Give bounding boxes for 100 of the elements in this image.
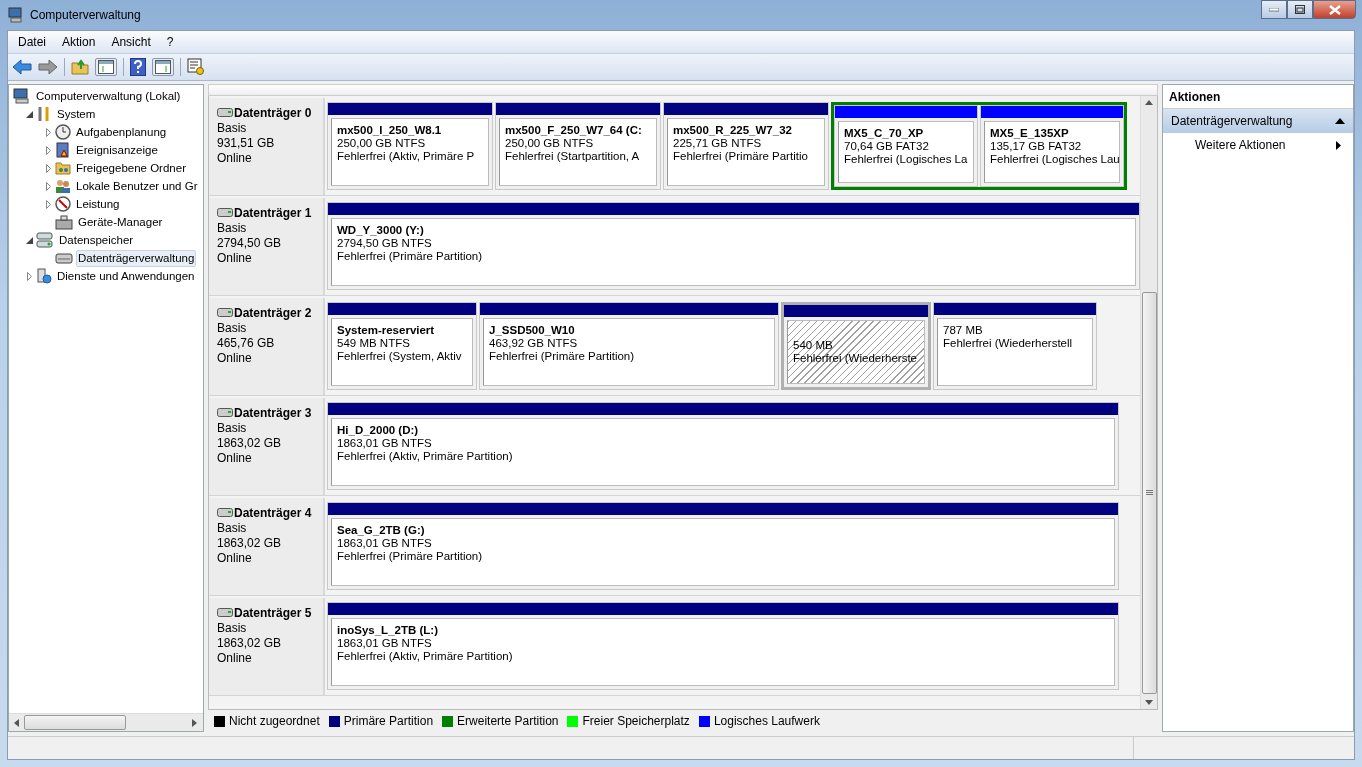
disk-drive-icon — [55, 250, 73, 266]
disk-type: Basis — [217, 121, 248, 135]
partition[interactable]: mx500_I_250_W8.1 250,00 GB NTFS Fehlerfrei (Aktiv, Primäre P — [327, 102, 493, 190]
tree-item[interactable]: System — [55, 105, 98, 123]
forward-icon[interactable] — [38, 59, 58, 75]
partition-name: mx500_F_250_W7_64 (C: — [505, 124, 643, 136]
submenu-arrow-icon[interactable] — [1336, 140, 1341, 150]
help-icon[interactable] — [130, 58, 146, 76]
scroll-up-icon[interactable] — [1145, 100, 1153, 105]
disk-size: 1863,02 GB — [217, 536, 283, 550]
collapsed-arrow-icon[interactable] — [45, 163, 51, 173]
partition[interactable]: J_SSD500_W10 463,92 GB NTFS Fehlerfrei (Primäre Partition) — [479, 302, 779, 390]
scroll-left-icon[interactable] — [14, 718, 20, 727]
legend-label: Primäre Partition — [343, 714, 434, 728]
disk-name: Datenträger 2 — [234, 306, 312, 320]
storage-icon — [36, 232, 54, 248]
partition[interactable]: System-reserviert 549 MB NTFS Fehlerfrei (System, Aktiv — [327, 302, 477, 390]
folder-up-icon[interactable] — [71, 59, 89, 75]
menu-item[interactable]: ? — [166, 35, 174, 49]
tree-item[interactable]: Geräte-Manager — [76, 213, 165, 231]
collapse-arrow-icon[interactable] — [1335, 118, 1345, 124]
disk-size: 1863,02 GB — [217, 436, 283, 450]
partition-status: Fehlerfrei (Wiederherste — [793, 352, 918, 364]
partition[interactable]: MX5_E_135XP 135,17 GB FAT32 Fehlerfrei (Logisches Lau — [980, 105, 1124, 187]
partition[interactable]: 540 MB Fehlerfrei (Wiederherste — [781, 302, 931, 390]
partition-status: Fehlerfrei (Logisches Lau — [990, 153, 1117, 165]
partition-status: Fehlerfrei (System, Aktiv — [337, 350, 463, 362]
partition[interactable]: inoSys_L_2TB (L:) 1863,01 GB NTFS Fehlerfrei (Aktiv, Primäre Partition) — [327, 602, 1119, 690]
log-book-icon — [55, 142, 71, 158]
actions-section-header[interactable]: Datenträgerverwaltung — [1163, 109, 1353, 133]
scroll-down-icon[interactable] — [1145, 700, 1153, 705]
users-icon — [55, 178, 71, 194]
disk-name: Datenträger 3 — [234, 406, 312, 420]
tree-item[interactable]: Ereignisanzeige — [74, 141, 160, 159]
menu-item[interactable]: Aktion — [62, 35, 96, 49]
disk-status: Online — [217, 551, 253, 565]
tree-item[interactable]: Leistung — [74, 195, 122, 213]
disk-type: Basis — [217, 321, 248, 335]
maximize-button[interactable] — [1287, 0, 1313, 19]
services-icon — [36, 268, 52, 284]
partition-name: J_SSD500_W10 — [489, 324, 576, 336]
disk-size: 2794,50 GB — [217, 236, 283, 250]
properties-icon[interactable] — [187, 58, 205, 76]
menu-item[interactable]: Ansicht — [111, 35, 151, 49]
close-icon — [1328, 4, 1341, 15]
partition[interactable]: MX5_C_70_XP 70,64 GB FAT32 Fehlerfrei (Logisches La — [834, 105, 978, 187]
gauge-icon — [55, 196, 71, 212]
collapsed-arrow-icon[interactable] — [45, 127, 51, 137]
legend-label: Nicht zugeordnet — [229, 714, 320, 728]
partition[interactable]: Sea_G_2TB (G:) 1863,01 GB NTFS Fehlerfrei (Primäre Partition) — [327, 502, 1119, 590]
menu-item[interactable]: Datei — [18, 35, 46, 49]
tree-item[interactable]: Dienste und Anwendungen — [55, 267, 197, 285]
partition-name: mx500_I_250_W8.1 — [337, 124, 443, 136]
vertical-scrollbar[interactable] — [1140, 96, 1157, 710]
expanded-arrow-icon[interactable] — [25, 110, 33, 118]
partition-status: Fehlerfrei (Aktiv, Primäre Partition) — [337, 450, 514, 462]
partition-status: Fehlerfrei (Primäre Partition) — [337, 550, 484, 562]
partition-name: inoSys_L_2TB (L:) — [337, 624, 439, 636]
collapsed-arrow-icon[interactable] — [45, 181, 51, 191]
disk-type: Basis — [217, 621, 248, 635]
close-button[interactable] — [1313, 0, 1356, 19]
tree-item[interactable]: Computerverwaltung (Lokal) — [34, 87, 183, 105]
disk-status: Online — [217, 151, 253, 165]
collapsed-arrow-icon[interactable] — [26, 271, 32, 281]
partition-size: 70,64 GB FAT32 — [844, 140, 930, 152]
disk-drive-icon — [217, 408, 233, 418]
partition[interactable]: 787 MB Fehlerfrei (Wiederherstell — [933, 302, 1097, 390]
partition[interactable]: mx500_R_225_W7_32 225,71 GB NTFS Fehlerfrei (Primäre Partitio — [663, 102, 829, 190]
collapsed-arrow-icon[interactable] — [45, 199, 51, 209]
disk-drive-icon — [217, 308, 233, 318]
action-link[interactable]: Weitere Aktionen — [1195, 138, 1286, 152]
extended-partition[interactable]: MX5_C_70_XP 70,64 GB FAT32 Fehlerfrei (Logisches La MX5_E_135XP 135,17 GB FAT32 Fehlerfrei (Logisches Lau — [831, 102, 1127, 190]
disk-size: 465,76 GB — [217, 336, 276, 350]
partition-name: MX5_C_70_XP — [844, 127, 925, 139]
disk-type: Basis — [217, 421, 248, 435]
disk-status: Online — [217, 651, 253, 665]
tree-item[interactable]: Aufgabenplanung — [74, 123, 169, 141]
tree-item[interactable]: Datenträgerverwaltung — [76, 249, 197, 267]
partition[interactable]: Hi_D_2000 (D:) 1863,01 GB NTFS Fehlerfrei (Aktiv, Primäre Partition) — [327, 402, 1119, 490]
tree-item[interactable]: Datenspeicher — [57, 231, 136, 249]
scroll-right-icon[interactable] — [192, 718, 198, 727]
back-icon[interactable] — [12, 59, 32, 75]
partition[interactable]: mx500_F_250_W7_64 (C: 250,00 GB NTFS Fehlerfrei (Startpartition, A — [495, 102, 661, 190]
console-tree-toggle-button[interactable] — [95, 58, 117, 76]
action-pane-toggle-button[interactable] — [152, 58, 174, 76]
tree-item[interactable]: Lokale Benutzer und Gr — [74, 177, 200, 195]
partition-name: mx500_R_225_W7_32 — [673, 124, 793, 136]
collapsed-arrow-icon[interactable] — [45, 145, 51, 155]
tree-item[interactable]: Freigegebene Ordner — [74, 159, 188, 177]
expanded-arrow-icon[interactable] — [25, 236, 33, 244]
partition[interactable]: WD_Y_3000 (Y:) 2794,50 GB NTFS Fehlerfrei (Primäre Partition) — [327, 202, 1140, 290]
partition-size: 1863,01 GB NTFS — [337, 437, 433, 449]
disk-status: Online — [217, 251, 253, 265]
partition-size: 1863,01 GB NTFS — [337, 537, 433, 549]
partition-status: Fehlerfrei (Aktiv, Primäre Partition) — [337, 650, 514, 662]
grip-icon[interactable] — [1145, 490, 1153, 495]
horizontal-scrollbar[interactable] — [9, 713, 203, 731]
partition-status: Fehlerfrei (Primäre Partition) — [489, 350, 636, 362]
minimize-button[interactable] — [1261, 0, 1287, 19]
disk-name: Datenträger 0 — [234, 106, 312, 120]
